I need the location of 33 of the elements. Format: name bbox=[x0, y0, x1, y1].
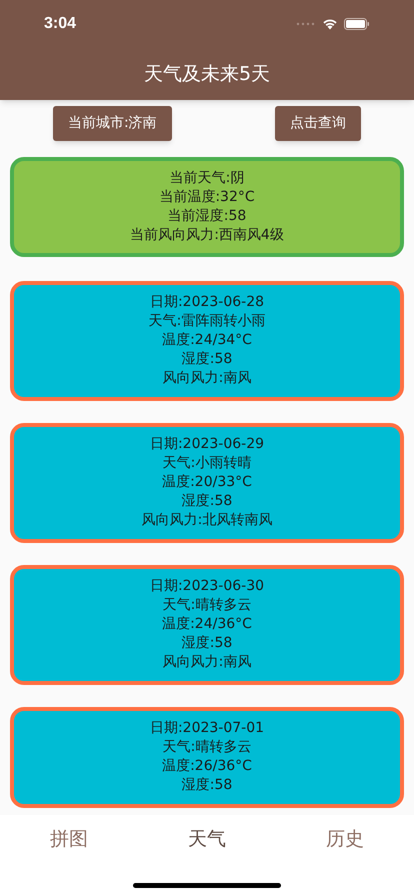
weather-info-text: 风向风力:南风 bbox=[162, 369, 252, 388]
nav-tab[interactable]: 天气 bbox=[138, 825, 276, 854]
weather-info-text: 温度:26/36°C bbox=[162, 757, 252, 776]
nav-tab[interactable]: 拼图 bbox=[0, 825, 138, 854]
weather-info-text: 当前温度:32°C bbox=[159, 188, 255, 207]
weather-info-text: 风向风力:南风 bbox=[162, 653, 252, 672]
status-time: 3:04 bbox=[44, 14, 76, 34]
weather-info-text: 温度:20/33°C bbox=[162, 473, 252, 492]
weather-info-text: 天气:晴转多云 bbox=[162, 738, 252, 757]
weather-info-text: 湿度:58 bbox=[182, 350, 232, 369]
weather-info-text: 日期:2023-06-30 bbox=[150, 577, 264, 596]
weather-info-text: 温度:24/36°C bbox=[162, 615, 252, 634]
city-button[interactable]: 当前城市:济南 bbox=[53, 106, 172, 141]
query-button[interactable]: 点击查询 bbox=[275, 106, 361, 141]
weather-info-text: 日期:2023-07-01 bbox=[150, 719, 264, 738]
weather-info-text: 天气:小雨转晴 bbox=[162, 454, 252, 473]
weather-info-text: 天气:晴转多云 bbox=[162, 596, 252, 615]
weather-info-text: 温度:24/34°C bbox=[162, 331, 252, 350]
weather-info-text: 当前天气:阴 bbox=[170, 169, 244, 188]
weather-info-text: 日期:2023-06-28 bbox=[150, 293, 264, 312]
wifi-icon bbox=[322, 18, 338, 30]
weather-info-text: 风向风力:北风转南风 bbox=[142, 511, 272, 530]
battery-icon bbox=[344, 18, 370, 30]
weather-info-text: 湿度:58 bbox=[182, 776, 232, 795]
weather-info-text: 湿度:58 bbox=[182, 634, 232, 653]
weather-info-text: 湿度:58 bbox=[182, 492, 232, 511]
weather-info-text: 当前湿度:58 bbox=[168, 207, 246, 226]
signal-dots-icon bbox=[296, 22, 316, 26]
app-title: 天气及未来5天 bbox=[144, 62, 270, 87]
weather-info-text: 天气:雷阵雨转小雨 bbox=[148, 312, 266, 331]
weather-info-text: 日期:2023-06-29 bbox=[150, 435, 264, 454]
weather-info-text: 当前风向风力:西南风4级 bbox=[130, 226, 284, 245]
nav-tab[interactable]: 历史 bbox=[276, 825, 414, 854]
